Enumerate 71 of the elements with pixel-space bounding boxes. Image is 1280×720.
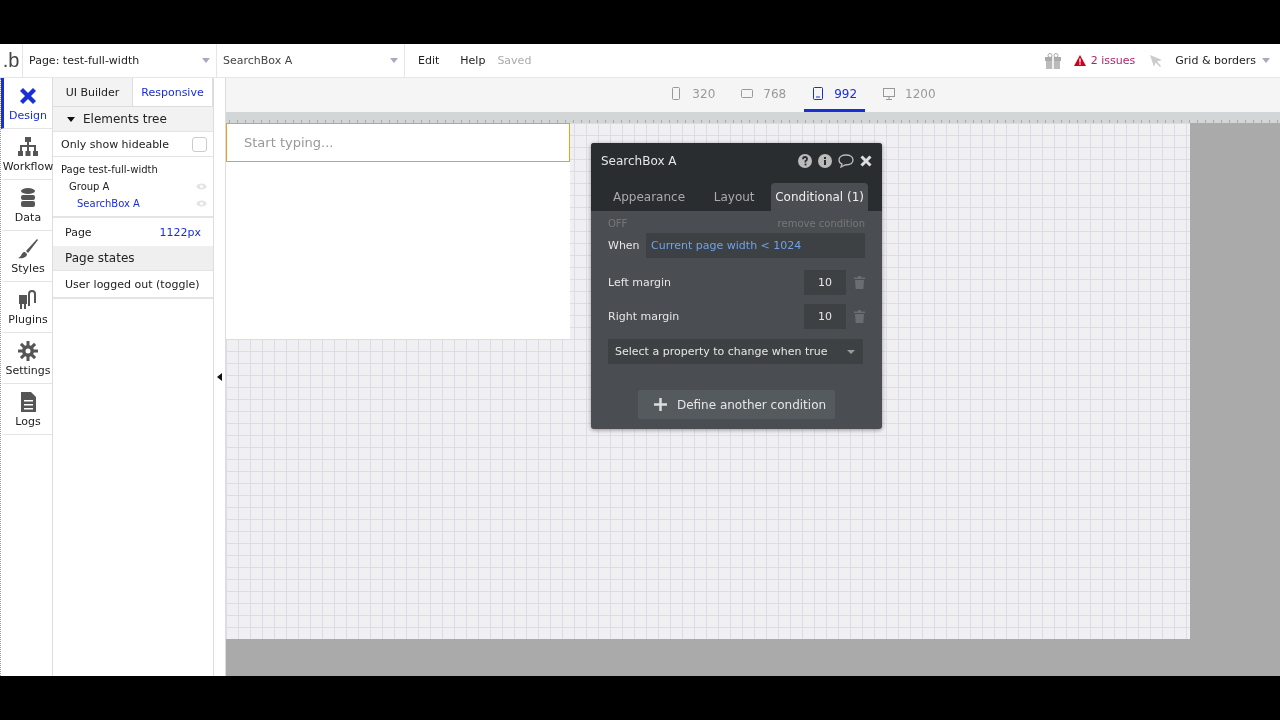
editor-tab[interactable]: Appearance: [601, 183, 698, 211]
hierarchy-icon: [17, 135, 39, 158]
editor-title: SearchBox A: [601, 154, 678, 168]
phone-icon: [670, 87, 683, 100]
eye-icon[interactable]: [196, 200, 207, 207]
condition-expression-field[interactable]: Current page width < 1024: [646, 233, 865, 258]
tablet-icon: [812, 87, 825, 100]
option-label: Only show hideable: [61, 137, 169, 151]
save-status: Saved: [497, 54, 532, 67]
help-icon[interactable]: [798, 154, 812, 168]
trash-icon[interactable]: [854, 309, 865, 323]
sidebar-tab-label: Styles: [11, 261, 45, 275]
logo[interactable]: .b: [0, 49, 22, 72]
property-value-field[interactable]: 10: [804, 303, 846, 329]
grid-borders-dropdown[interactable]: Grid & borders: [1175, 54, 1270, 67]
caret-icon: [1262, 58, 1270, 63]
property-value-field[interactable]: 10: [804, 269, 846, 295]
property-label: Right margin: [608, 309, 681, 323]
property-dropdown[interactable]: Select a property to change when true: [608, 339, 863, 364]
elements-tree-header[interactable]: Elements tree: [53, 107, 213, 132]
comment-icon[interactable]: [838, 154, 854, 168]
tree-item[interactable]: Page test-full-width: [61, 164, 158, 175]
close-icon[interactable]: [860, 155, 872, 167]
issues-link[interactable]: 2 issues: [1073, 54, 1136, 67]
plug-icon: [17, 288, 39, 311]
tree-item[interactable]: Group A: [69, 181, 110, 192]
tree-item[interactable]: SearchBox A: [77, 198, 140, 209]
triangle-icon: [67, 116, 75, 122]
sidebar-tab-label: Design: [9, 108, 47, 122]
brush-icon: [17, 237, 39, 260]
monitor-icon: [883, 87, 896, 100]
plus-icon: [653, 398, 667, 411]
page-dropdown[interactable]: Page: test-full-width: [22, 44, 217, 77]
caret-icon: [202, 58, 210, 63]
when-label: When: [608, 239, 638, 252]
page-width-label: Page: [65, 225, 92, 239]
page-state-item[interactable]: User logged out (toggle): [53, 270, 213, 299]
eye-icon[interactable]: [196, 183, 207, 190]
sidebar-tab[interactable]: Settings: [1, 333, 52, 384]
page-width-value[interactable]: 1122px: [159, 225, 201, 239]
editor-tab[interactable]: Layout: [697, 183, 772, 211]
menu-item[interactable]: Help: [460, 54, 486, 67]
caret-icon: [390, 58, 398, 63]
panel-tab[interactable]: UI Builder: [53, 78, 133, 106]
editor-tab[interactable]: Conditional (1): [771, 183, 868, 211]
element-dropdown[interactable]: SearchBox A: [217, 44, 405, 77]
sidebar-tab-label: Plugins: [8, 312, 48, 326]
warning-icon: [1073, 55, 1086, 66]
sidebar-tab[interactable]: Logs: [1, 384, 52, 435]
sidebar-tab-label: Data: [14, 210, 42, 224]
cursor-icon[interactable]: [1149, 53, 1164, 68]
sidebar-tab[interactable]: Workflow: [1, 129, 52, 180]
sidebar-tab[interactable]: Plugins: [1, 282, 52, 333]
sidebar-tab-label: Logs: [15, 414, 41, 428]
define-condition-button[interactable]: Define another condition: [637, 390, 836, 419]
menu-item[interactable]: Edit: [418, 54, 440, 67]
group-element[interactable]: Start typing...: [226, 123, 570, 339]
sidebar-tab[interactable]: Data: [1, 180, 52, 231]
trash-icon[interactable]: [854, 275, 865, 289]
caret-icon: [847, 349, 855, 354]
checkbox[interactable]: [192, 136, 207, 152]
tablet-icon: [741, 87, 754, 100]
gift-icon[interactable]: [1043, 52, 1062, 69]
property-label: Left margin: [608, 275, 672, 289]
sidebar-tab-label: Workflow: [2, 159, 54, 173]
search-input-field[interactable]: Start typing...: [226, 123, 570, 162]
info-icon[interactable]: [818, 154, 832, 168]
sidebar-tab[interactable]: Styles: [1, 231, 52, 282]
page-states-header: Page states: [53, 246, 213, 270]
sidebar-tab-label: Settings: [5, 363, 51, 377]
settings-icon: [17, 339, 39, 362]
